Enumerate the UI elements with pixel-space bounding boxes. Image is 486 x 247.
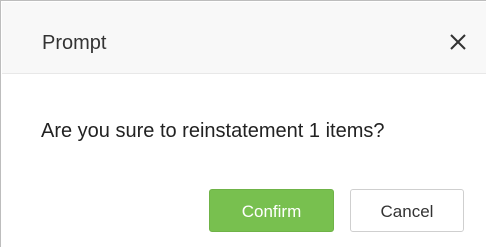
prompt-dialog: Prompt Are you sure to reinstatement 1 i… bbox=[0, 0, 486, 247]
cancel-button[interactable]: Cancel bbox=[350, 189, 464, 232]
dialog-message: Are you sure to reinstatement 1 items? bbox=[41, 120, 385, 142]
close-icon[interactable] bbox=[446, 30, 470, 54]
confirm-button[interactable]: Confirm bbox=[209, 189, 334, 232]
dialog-title: Prompt bbox=[42, 32, 107, 54]
dialog-header: Prompt bbox=[2, 2, 486, 74]
